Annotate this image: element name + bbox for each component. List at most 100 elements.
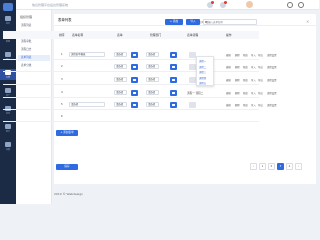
row-action-4[interactable]: 导出: [258, 65, 263, 69]
pick-dept-icon[interactable]: [170, 64, 177, 70]
dropdown-option[interactable]: 流程四: [199, 76, 206, 80]
row-action-0[interactable]: 编辑: [226, 53, 231, 57]
flow-chip[interactable]: [189, 102, 196, 108]
dept-select[interactable]: 请选择: [146, 90, 159, 95]
pick-form-icon[interactable]: [131, 90, 138, 96]
help-icon[interactable]: [287, 2, 293, 8]
row-action-4[interactable]: 导出: [258, 53, 263, 57]
row-action-1[interactable]: 删除: [235, 91, 240, 95]
rail-item-label: 首页: [5, 23, 10, 25]
flow-dropdown[interactable]: 流程一 流程二 流程三 流程四 流程五: [196, 56, 214, 86]
row-action-0[interactable]: 编辑: [226, 91, 231, 95]
form-select[interactable]: 请选择: [114, 77, 127, 82]
pick-dept-icon[interactable]: [170, 90, 177, 96]
breadcrumb: 信息管理平台后台管理系统: [32, 3, 69, 7]
row-order: 5: [61, 103, 63, 106]
pick-form-icon[interactable]: [131, 64, 138, 70]
dropdown-option[interactable]: 流程五: [199, 81, 206, 85]
dept-select[interactable]: 请选择: [146, 102, 159, 107]
row-action-2[interactable]: 预览: [243, 53, 248, 57]
column-header: 表单流程: [187, 33, 199, 37]
rail-item-settings[interactable]: 设置: [0, 141, 16, 152]
form-select[interactable]: 请选择: [114, 64, 127, 69]
row-action-5[interactable]: 流程设置: [267, 65, 277, 69]
add-button[interactable]: + 添加: [165, 19, 183, 25]
pick-form-icon[interactable]: [131, 77, 138, 83]
chart-icon: [5, 124, 11, 129]
pager-page[interactable]: 1: [259, 163, 266, 170]
subnav-item[interactable]: 流程审批: [18, 39, 50, 45]
dept-select[interactable]: 请选择: [146, 52, 159, 57]
pager-page[interactable]: 4: [286, 163, 293, 170]
row-action-5[interactable]: 流程设置: [267, 78, 277, 82]
row-action-3[interactable]: 导入: [251, 103, 256, 107]
row-action-1[interactable]: 删除: [235, 78, 240, 82]
footer-text: 2019 © Webdesign: [54, 192, 84, 196]
close-icon[interactable]: ✕: [306, 19, 309, 24]
row-action-4[interactable]: 导出: [258, 103, 263, 107]
row-action-3[interactable]: 导入: [251, 53, 256, 57]
dept-select[interactable]: 请选择: [146, 64, 159, 69]
row-action-3[interactable]: 导入: [251, 78, 256, 82]
gear-icon: [5, 142, 11, 147]
gear-icon[interactable]: [298, 2, 304, 8]
pick-dept-icon[interactable]: [170, 102, 177, 108]
dropdown-option[interactable]: 流程一: [199, 59, 206, 63]
pager-prev[interactable]: ‹: [250, 163, 257, 170]
dropdown-option[interactable]: 流程二: [199, 65, 206, 69]
subnav-item[interactable]: 流程列表: [18, 23, 50, 29]
form-select[interactable]: 请选择: [114, 90, 127, 95]
row-order: 2: [61, 65, 63, 68]
rail-item-stats[interactable]: 统计: [0, 123, 16, 134]
add-form-button[interactable]: + 添加表单: [56, 130, 78, 136]
row-action-0[interactable]: 编辑: [226, 78, 231, 82]
row-action-5[interactable]: 流程设置: [267, 103, 277, 107]
row-action-0[interactable]: 编辑: [226, 65, 231, 69]
pick-dept-icon[interactable]: [170, 52, 177, 58]
row-action-3[interactable]: 导入: [251, 91, 256, 95]
dropdown-option[interactable]: 流程三: [199, 70, 206, 74]
rail-item-home[interactable]: 首页: [0, 15, 16, 26]
row-action-5[interactable]: 流程设置: [267, 53, 277, 57]
row-action-2[interactable]: 预览: [243, 78, 248, 82]
row-order: 1: [61, 53, 63, 56]
form-select[interactable]: 请选择: [114, 52, 127, 57]
pager-page-active[interactable]: 3: [277, 163, 284, 170]
table-header: [3, 31, 259, 39]
flow-chip[interactable]: [189, 77, 196, 83]
row-action-4[interactable]: 导出: [258, 91, 263, 95]
pager-page[interactable]: 2: [268, 163, 275, 170]
flow-chip[interactable]: [189, 64, 196, 70]
flow-value: 流程一 流程二: [187, 92, 204, 95]
row-action-1[interactable]: 删除: [235, 103, 240, 107]
form-name-select[interactable]: 请选择: [69, 102, 105, 107]
column-header: 管理部门: [150, 33, 162, 37]
row-action-2[interactable]: 预览: [243, 103, 248, 107]
row-action-5[interactable]: 流程设置: [267, 91, 277, 95]
pick-dept-icon[interactable]: [170, 77, 177, 83]
pick-form-icon[interactable]: [131, 102, 138, 108]
avatar[interactable]: [246, 1, 253, 8]
form-name-select[interactable]: 流程表单模板: [69, 52, 105, 57]
row-action-2[interactable]: 预览: [243, 65, 248, 69]
dept-select[interactable]: 请选择: [146, 77, 159, 82]
save-button[interactable]: 保存: [56, 164, 78, 170]
divider: [54, 25, 316, 26]
search-input[interactable]: [203, 19, 257, 25]
row-action-1[interactable]: 删除: [235, 53, 240, 57]
row-action-2[interactable]: 预览: [243, 91, 248, 95]
pager-next[interactable]: ›: [295, 163, 302, 170]
row-action-0[interactable]: 编辑: [226, 103, 231, 107]
row-action-4[interactable]: 导出: [258, 78, 263, 82]
import-button[interactable]: 导入: [186, 19, 200, 25]
subnav-title: 组织管理: [20, 15, 33, 19]
pick-form-icon[interactable]: [131, 52, 138, 58]
row-action-1[interactable]: 删除: [235, 65, 240, 69]
top-bar: 信息管理平台后台管理系统: [16, 0, 319, 10]
row-order: 6: [61, 115, 63, 118]
column-header: 排序: [59, 33, 65, 37]
row-action-3[interactable]: 导入: [251, 65, 256, 69]
flow-chip[interactable]: [189, 52, 196, 58]
row-order: 3: [61, 78, 63, 81]
form-select[interactable]: 请选择: [114, 102, 127, 107]
